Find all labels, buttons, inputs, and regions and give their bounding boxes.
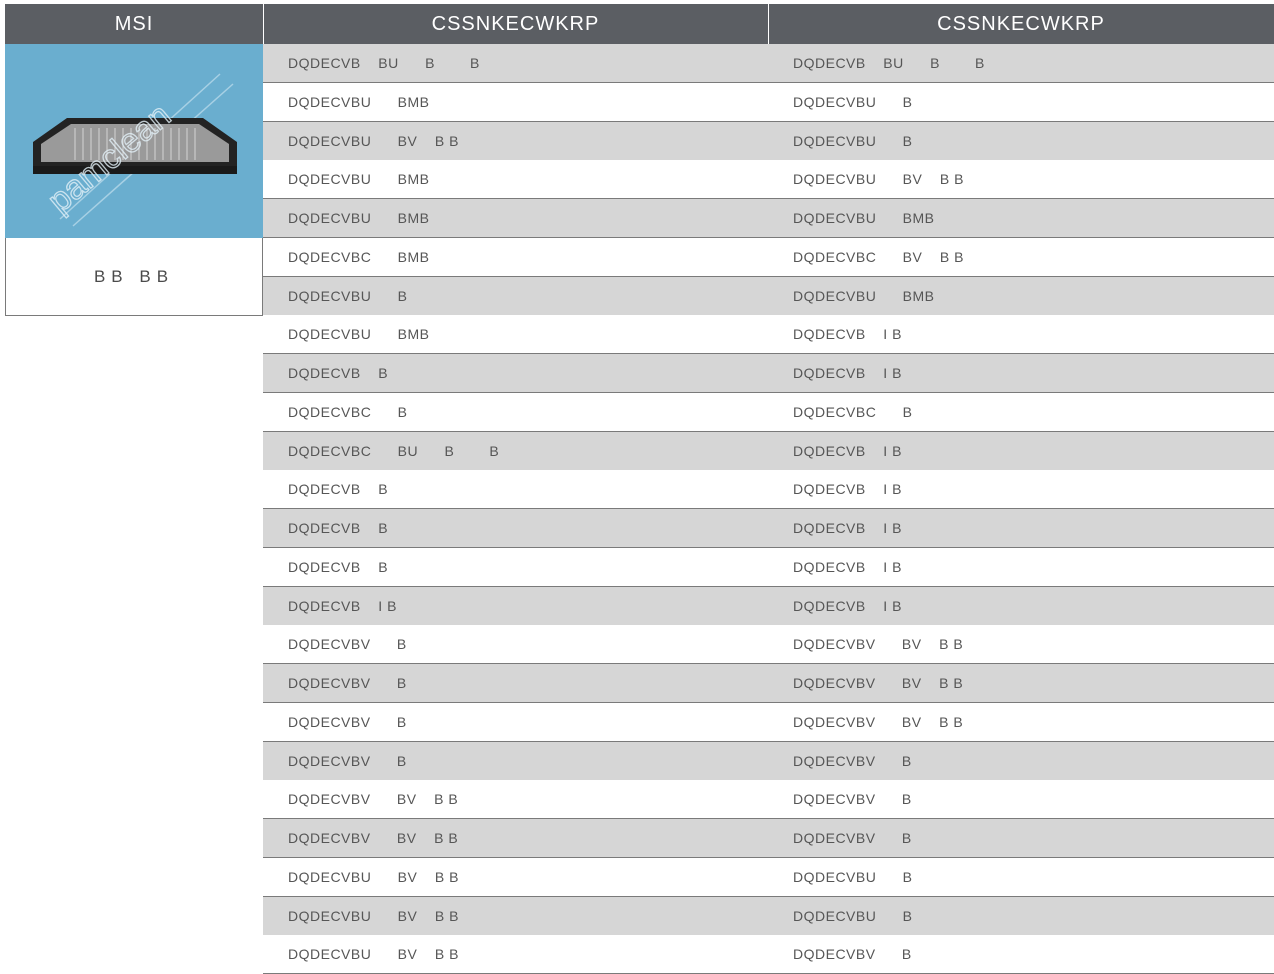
table-row: DQDECVB B DQDECVB I B	[263, 354, 1274, 393]
table-cell-left: DQDECVBC B	[288, 403, 408, 420]
table-row: DQDECVB B DQDECVB I B	[263, 509, 1274, 548]
table-cell-left: DQDECVBV B	[288, 752, 407, 769]
table-cell-right: DQDECVBU BMB	[793, 287, 935, 304]
table-cell-right: DQDECVBC BV B B	[793, 248, 964, 265]
table-row: DQDECVBU B DQDECVBU BMB	[263, 276, 1274, 316]
table-cell-right: DQDECVBV B	[793, 791, 912, 808]
table-cell-right: DQDECVBV B	[793, 830, 912, 846]
table-cell-right: DQDECVB I B	[793, 520, 902, 536]
table-cell-left: DQDECVBU BV B B	[288, 132, 459, 149]
table-row: DQDECVBV B DQDECVBV BV B B	[263, 664, 1274, 703]
table-cell-right: DQDECVB I B	[793, 326, 902, 343]
table-cell-right: DQDECVB I B	[793, 442, 902, 459]
table-row: DQDECVBU BMB DQDECVB I B	[263, 315, 1274, 355]
table-cell-left: DQDECVBV BV B B	[288, 791, 459, 808]
header-compatible-right: CSSNKECWKRP	[937, 13, 1105, 35]
product-image: pamclean	[5, 44, 263, 238]
table-cell-right: DQDECVBV BV B B	[793, 636, 964, 653]
table-row: DQDECVBC BU B B DQDECVB I B	[263, 431, 1274, 471]
table-cell-left: DQDECVBU BMB	[288, 326, 430, 343]
table-cell-right: DQDECVB I B	[793, 365, 902, 381]
table-row: DQDECVBC BMB DQDECVBC BV B B	[263, 237, 1274, 277]
table-cell-right: DQDECVB BU B B	[793, 55, 985, 71]
table-row: DQDECVB BU B B DQDECVB BU B B	[263, 44, 1274, 83]
table-row: DQDECVBU BMB DQDECVBU BV B B	[263, 160, 1274, 200]
table-row: DQDECVBV BV B B DQDECVBV B	[263, 780, 1274, 820]
table-cell-right: DQDECVBU B	[793, 907, 913, 924]
table-cell-right: DQDECVBU BV B B	[793, 171, 964, 188]
table-cell-left: DQDECVBU BMB	[288, 210, 430, 226]
table-cell-right: DQDECVBU B	[793, 93, 913, 110]
table-row: DQDECVBU BV B B DQDECVBU B	[263, 896, 1274, 936]
product-code: BB BB	[5, 238, 263, 316]
table-row: DQDECVB B DQDECVB I B	[263, 470, 1274, 510]
table-cell-right: DQDECVB I B	[793, 597, 902, 614]
table-cell-left: DQDECVB B	[288, 558, 389, 575]
table-row: DQDECVBV B DQDECVBV BV B B	[263, 702, 1274, 742]
table-cell-left: DQDECVBU BV B B	[288, 868, 459, 885]
table-cell-left: DQDECVB BU B B	[288, 55, 480, 71]
table-cell-left: DQDECVBC BU B B	[288, 442, 500, 459]
header-compatible-left: CSSNKECWKRP	[431, 13, 600, 35]
table-cell-right: DQDECVBU BMB	[793, 210, 935, 226]
table-cell-left: DQDECVBU B	[288, 287, 408, 304]
table-cell-left: DQDECVB B	[288, 481, 389, 498]
table-row: DQDECVBV B DQDECVBV BV B B	[263, 625, 1274, 665]
table-cell-left: DQDECVBV B	[288, 636, 407, 653]
table-cell-right: DQDECVBV BV B B	[793, 713, 964, 730]
table-cell-left: DQDECVBU BMB	[288, 93, 430, 110]
table-row: DQDECVBC B DQDECVBC B	[263, 392, 1274, 432]
table-cell-left: DQDECVBV BV B B	[288, 830, 459, 846]
header-msi: MSI	[114, 13, 154, 35]
table-cell-right: DQDECVBV B	[793, 752, 912, 769]
table-cell-right: DQDECVBC B	[793, 403, 913, 420]
table-row: DQDECVBU BV B B DQDECVBV B	[263, 935, 1274, 974]
table-cell-left: DQDECVBU BMB	[288, 171, 430, 188]
table-cell-left: DQDECVB I B	[288, 597, 397, 614]
table-cell-left: DQDECVBV B	[288, 675, 407, 691]
table-row: DQDECVBU BV B B DQDECVBU B	[263, 121, 1274, 161]
table-cell-left: DQDECVBU BV B B	[288, 946, 459, 963]
table-cell-left: DQDECVBV B	[288, 713, 407, 730]
table-cell-right: DQDECVBU B	[793, 868, 913, 885]
table-cell-left: DQDECVB B	[288, 365, 389, 381]
table-row: DQDECVBU BV B B DQDECVBU B	[263, 857, 1274, 897]
table-row: DQDECVB B DQDECVB I B	[263, 547, 1274, 587]
table-header: MSI CSSNKECWKRP CSSNKECWKRP	[5, 4, 1274, 44]
table-row: DQDECVB I B DQDECVB I B	[263, 586, 1274, 626]
table-cell-right: DQDECVBU B	[793, 132, 913, 149]
table-row: DQDECVBU BMB DQDECVBU B	[263, 82, 1274, 122]
table-row: DQDECVBV B DQDECVBV B	[263, 741, 1274, 781]
table-cell-right: DQDECVB I B	[793, 481, 902, 498]
table-cell-right: DQDECVB I B	[793, 558, 902, 575]
table-cell-left: DQDECVB B	[288, 520, 389, 536]
table-cell-right: DQDECVBV BV B B	[793, 675, 964, 691]
table-row: DQDECVBV BV B B DQDECVBV B	[263, 819, 1274, 858]
table-cell-left: DQDECVBC BMB	[288, 248, 430, 265]
table-cell-right: DQDECVBV B	[793, 946, 912, 963]
table-row: DQDECVBU BMB DQDECVBU BMB	[263, 199, 1274, 238]
table-cell-left: DQDECVBU BV B B	[288, 907, 459, 924]
